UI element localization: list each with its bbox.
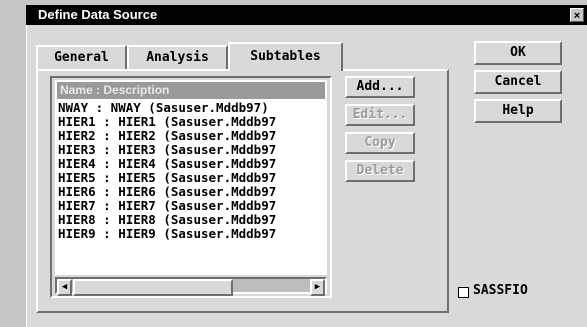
add-button-label: Add... <box>356 79 404 94</box>
list-item[interactable]: HIER6 : HIER6 (Sasuser.Mddb97 <box>55 185 327 199</box>
tab-subtables[interactable]: Subtables <box>228 42 343 71</box>
list-item[interactable]: HIER1 : HIER1 (Sasuser.Mddb97 <box>55 115 327 129</box>
sassfio-checkbox[interactable] <box>458 287 469 298</box>
add-button[interactable]: Add... <box>345 76 415 98</box>
tab-subtables-label: Subtables <box>250 49 321 64</box>
copy-button-label: Copy <box>364 135 396 150</box>
right-arrow-icon: ▶ <box>314 282 321 292</box>
scroll-right-button[interactable]: ▶ <box>310 279 325 296</box>
horizontal-scrollbar[interactable]: ◀ ▶ <box>55 277 327 296</box>
help-button[interactable]: Help <box>474 99 562 123</box>
window-title: Define Data Source <box>38 7 158 22</box>
close-icon: × <box>573 10 581 22</box>
delete-button-label: Delete <box>356 163 404 178</box>
list-column-header: Name : Description <box>57 82 325 99</box>
subtables-list[interactable]: Name : Description NWAY : NWAY (Sasuser.… <box>55 80 327 275</box>
ok-button-label: OK <box>510 45 526 60</box>
list-item[interactable]: HIER3 : HIER3 (Sasuser.Mddb97 <box>55 143 327 157</box>
delete-button[interactable]: Delete <box>345 160 415 182</box>
tab-analysis[interactable]: Analysis <box>127 45 228 69</box>
list-item[interactable]: NWAY : NWAY (Sasuser.Mddb97) <box>55 101 327 115</box>
list-item[interactable]: HIER4 : HIER4 (Sasuser.Mddb97 <box>55 157 327 171</box>
edit-button[interactable]: Edit... <box>345 104 415 126</box>
tab-general[interactable]: General <box>36 45 127 69</box>
copy-button[interactable]: Copy <box>345 132 415 154</box>
tab-analysis-label: Analysis <box>146 50 209 65</box>
list-item[interactable]: HIER2 : HIER2 (Sasuser.Mddb97 <box>55 129 327 143</box>
list-item[interactable]: HIER8 : HIER8 (Sasuser.Mddb97 <box>55 213 327 227</box>
cancel-button[interactable]: Cancel <box>474 70 562 94</box>
window-title-bar[interactable]: Define Data Source × <box>26 5 587 25</box>
sassfio-label: SASSFIO <box>473 283 528 298</box>
scroll-left-button[interactable]: ◀ <box>57 279 72 296</box>
list-item[interactable]: HIER5 : HIER5 (Sasuser.Mddb97 <box>55 171 327 185</box>
tab-general-label: General <box>54 50 109 65</box>
cancel-button-label: Cancel <box>494 74 542 89</box>
ok-button[interactable]: OK <box>474 41 562 65</box>
close-button[interactable]: × <box>570 8 584 22</box>
list-item[interactable]: HIER7 : HIER7 (Sasuser.Mddb97 <box>55 199 327 213</box>
scrollbar-thumb[interactable] <box>73 279 233 296</box>
left-arrow-icon: ◀ <box>61 282 68 292</box>
list-item[interactable]: HIER9 : HIER9 (Sasuser.Mddb97 <box>55 227 327 241</box>
help-button-label: Help <box>502 103 534 118</box>
edit-button-label: Edit... <box>352 107 408 122</box>
